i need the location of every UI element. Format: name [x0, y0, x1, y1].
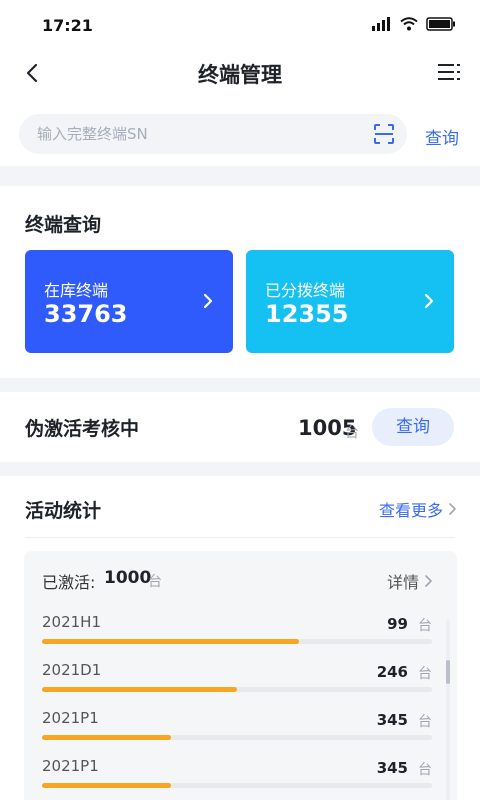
allocated-terminal-card[interactable]: 已分拨终端 12355 [246, 250, 454, 353]
pseudo-activation-title: 伪激活考核中 [25, 418, 140, 440]
activity-count: 246 [376, 663, 408, 681]
terminal-query-title: 终端查询 [25, 214, 102, 236]
activity-stat-card: 已激活: 1000 台 详情 2021H1 99 台 2021D1 246 台 [24, 551, 457, 800]
status-time: 17:21 [42, 16, 93, 35]
activated-unit: 台 [148, 574, 162, 590]
view-more-label: 查看更多 [379, 501, 444, 520]
search-input[interactable] [37, 114, 357, 154]
scan-icon[interactable] [373, 123, 395, 145]
progress-track [42, 783, 432, 788]
activity-name: 2021D1 [42, 661, 102, 679]
progress-fill [42, 687, 237, 692]
terminal-query-section: 终端查询 在库终端 33763 已分拨终端 12355 [0, 186, 480, 378]
progress-fill [42, 639, 300, 644]
activity-name: 2021H1 [42, 613, 101, 631]
nav-bar: 终端管理 [0, 50, 480, 98]
search-box [19, 114, 407, 154]
in-stock-terminal-card[interactable]: 在库终端 33763 [25, 250, 233, 353]
activated-value: 1000 [104, 568, 152, 588]
divider [25, 537, 455, 538]
allocated-terminal-value: 12355 [265, 300, 349, 328]
scrollbar-thumb[interactable] [446, 660, 450, 684]
status-icons [372, 17, 456, 31]
chevron-right-icon [449, 503, 456, 515]
progress-track [42, 687, 432, 692]
activity-row[interactable]: 2021P1 345 台 [42, 709, 432, 757]
activity-title: 活动统计 [25, 500, 102, 522]
activity-count: 345 [376, 711, 408, 729]
wifi-icon [400, 17, 418, 31]
battery-icon [426, 17, 455, 31]
pseudo-activation-unit: 台 [345, 425, 359, 441]
activity-count: 99 [387, 615, 408, 633]
activity-row[interactable]: 2021D1 246 台 [42, 661, 432, 709]
progress-track [42, 735, 432, 740]
activity-unit: 台 [418, 666, 432, 682]
activity-name: 2021P1 [42, 709, 99, 727]
status-bar: 17:21 [0, 0, 480, 50]
activity-unit: 台 [418, 618, 432, 634]
detail-link[interactable]: 详情 [387, 569, 433, 593]
activity-name: 2021P1 [42, 757, 99, 775]
search-button[interactable]: 查询 [425, 124, 459, 149]
signal-icon [372, 17, 390, 31]
activity-section: 活动统计 查看更多 已激活: 1000 台 详情 2021H1 99 台 202… [0, 476, 480, 800]
activity-unit: 台 [418, 762, 432, 778]
view-more-link[interactable]: 查看更多 [379, 497, 457, 521]
progress-fill [42, 735, 171, 740]
activity-unit: 台 [418, 714, 432, 730]
search-area: 查询 [0, 98, 480, 166]
detail-label: 详情 [386, 573, 419, 592]
progress-fill [42, 783, 171, 788]
progress-track [42, 639, 432, 644]
allocated-terminal-label: 已分拨终端 [265, 281, 346, 300]
chevron-right-icon [425, 575, 432, 587]
in-stock-terminal-label: 在库终端 [44, 281, 109, 300]
chevron-right-icon [203, 293, 213, 309]
chevron-right-icon [424, 293, 434, 309]
activity-count: 345 [376, 759, 408, 777]
activity-row[interactable]: 2021P1 345 台 [42, 757, 432, 800]
pseudo-activation-section: 伪激活考核中 1005 台 查询 [0, 392, 480, 462]
activity-row[interactable]: 2021H1 99 台 [42, 613, 432, 661]
pseudo-activation-query-button[interactable]: 查询 [372, 408, 454, 446]
scrollbar[interactable] [446, 620, 450, 800]
in-stock-terminal-value: 33763 [44, 300, 128, 328]
page-title: 终端管理 [198, 63, 282, 87]
activated-label: 已激活: [42, 573, 96, 592]
menu-icon[interactable] [436, 59, 462, 85]
